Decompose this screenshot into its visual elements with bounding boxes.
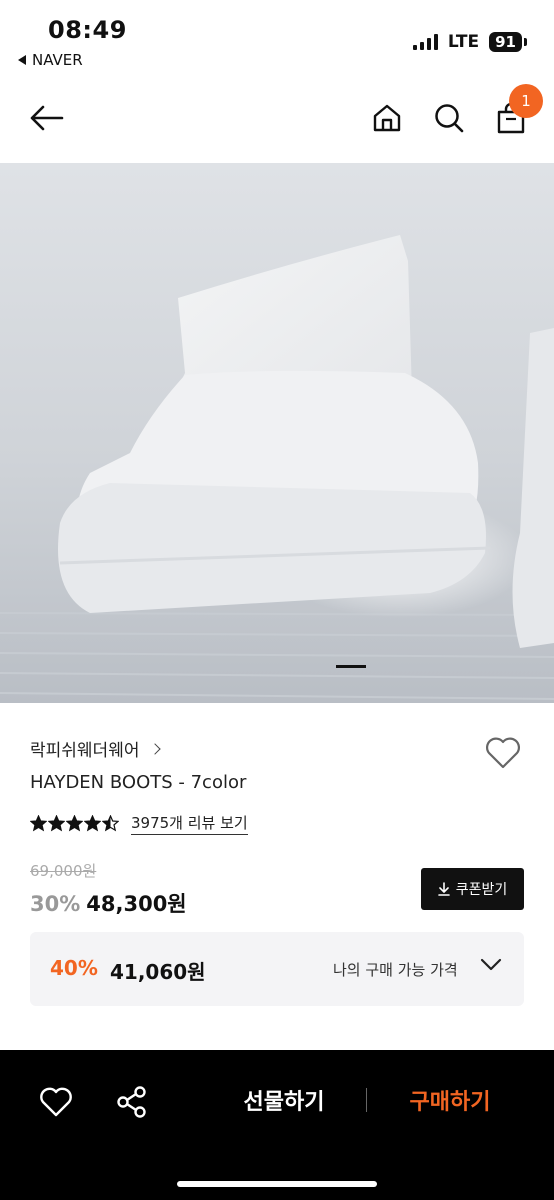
discount-percent: 30% [30, 892, 81, 916]
back-arrow-icon [30, 105, 64, 131]
home-indicator [177, 1181, 377, 1187]
boot-image-illustration [0, 163, 554, 703]
star-icon [102, 815, 119, 832]
rating-row: 3975개 리뷰 보기 [30, 812, 248, 835]
network-label: LTE [447, 32, 480, 52]
wishlist-button[interactable] [484, 735, 522, 771]
status-indicators: LTE 91 [412, 32, 527, 52]
battery-icon: 91 [489, 32, 527, 52]
sale-price: 48,300원 [86, 892, 187, 916]
back-to-app-link[interactable]: NAVER [18, 51, 83, 69]
product-image[interactable] [0, 163, 554, 703]
gift-button[interactable]: 선물하기 [222, 1084, 346, 1118]
best-discount-percent: 40% [50, 956, 98, 980]
brand-link[interactable]: 락피쉬웨더웨어 [30, 736, 162, 761]
download-icon [437, 882, 450, 896]
cart-count-badge: 1 [509, 84, 543, 118]
star-icon [84, 815, 101, 832]
bottom-action-bar: 선물하기 구매하기 [0, 1050, 554, 1200]
chevron-right-icon [149, 742, 162, 755]
chevron-down-icon [480, 958, 502, 971]
signal-icon [412, 34, 438, 50]
button-divider [366, 1088, 367, 1112]
image-pager-indicator [336, 665, 366, 668]
original-price: 69,000원 [30, 862, 97, 880]
review-link[interactable]: 3975개 리뷰 보기 [131, 812, 248, 835]
star-icon [48, 815, 65, 832]
heart-icon [486, 737, 520, 769]
best-price-dropdown[interactable]: 40% 41,060원 나의 구매 가능 가격 [30, 932, 524, 1006]
home-icon [373, 104, 401, 132]
brand-name: 락피쉬웨더웨어 [30, 741, 140, 761]
best-price-label: 나의 구매 가능 가격 [333, 961, 458, 979]
heart-icon [40, 1087, 72, 1117]
star-icon [30, 815, 47, 832]
status-time: 08:49 [48, 16, 127, 44]
search-button[interactable] [425, 88, 473, 148]
star-icon [66, 815, 83, 832]
rating-stars [30, 815, 119, 832]
sale-price-line: 30% 48,300원 [30, 888, 187, 918]
header [0, 88, 554, 152]
back-app-label: NAVER [32, 51, 83, 69]
coupon-button[interactable]: 쿠폰받기 [421, 868, 524, 910]
coupon-label: 쿠폰받기 [455, 882, 508, 898]
back-button[interactable] [22, 88, 70, 148]
best-price: 41,060원 [110, 960, 206, 984]
search-icon [435, 104, 464, 133]
share-icon [117, 1086, 146, 1118]
home-button[interactable] [363, 88, 411, 148]
status-bar: 08:49 NAVER LTE 91 [0, 0, 554, 80]
product-title: HAYDEN BOOTS - 7color [30, 772, 247, 793]
bottom-wishlist-button[interactable] [36, 1082, 76, 1122]
share-button[interactable] [112, 1082, 152, 1122]
back-triangle-icon [18, 55, 26, 65]
buy-button[interactable]: 구매하기 [388, 1084, 512, 1118]
